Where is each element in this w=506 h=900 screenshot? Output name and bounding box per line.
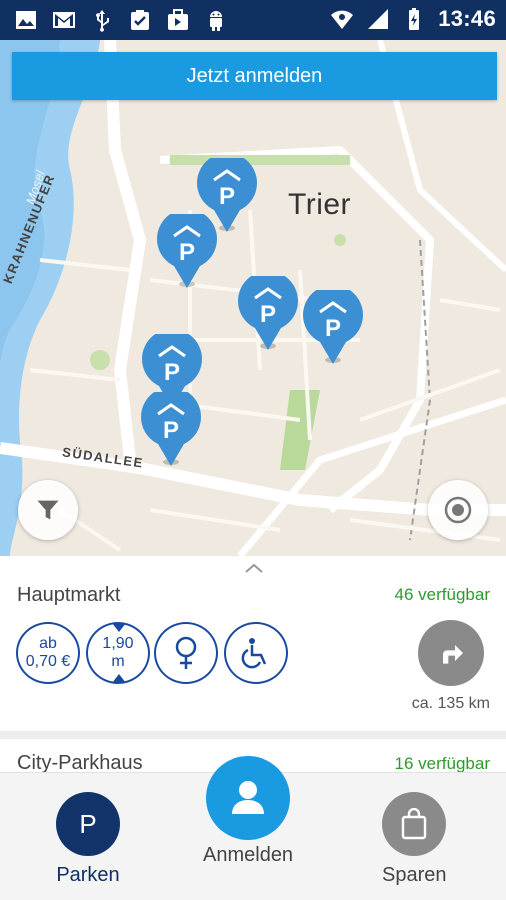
nav-parken[interactable]: P Parken [56,792,120,887]
women-parking-chip [154,622,218,684]
usb-icon [96,10,109,32]
wifi-icon [331,10,354,29]
svg-text:P: P [325,315,341,342]
price-value: 0,70 € [25,653,71,670]
nav-parken-label: Parken [56,864,120,886]
availability-hauptmarkt: 46 verfügbar [394,585,490,604]
clock: 13:46 [438,6,496,31]
filter-icon [37,500,59,520]
nav-anmelden[interactable]: Anmelden [203,756,293,867]
availability-city-parkhaus: 16 verfügbar [394,754,490,773]
height-chip: 1,90 m [86,622,150,684]
briefcase-icon [168,9,188,30]
shopping-bag-icon [382,792,447,856]
price-label: ab [39,635,57,652]
svg-text:P: P [219,183,235,210]
login-banner-button[interactable]: Jetzt anmelden [12,52,497,100]
turn-right-arrow-icon [443,645,463,664]
locate-me-button[interactable] [428,480,488,540]
divider [0,731,506,739]
status-bar: 13:46 [0,0,506,40]
height-value: 1,90 [102,635,134,652]
parking-pin[interactable]: P [140,386,202,468]
target-icon [444,496,472,524]
parking-title-hauptmarkt[interactable]: Hauptmarkt [17,584,120,607]
svg-text:P: P [164,359,180,386]
map-view[interactable]: Jetzt anmelden Trier Mosel KRAHNENUFER S… [0,40,506,556]
nav-sparen-label: Sparen [382,864,447,886]
price-chip: ab 0,70 € [16,622,80,684]
distance-label: ca. 135 km [411,695,490,712]
triangle-up-icon [112,674,126,683]
parking-pin[interactable]: P [302,284,364,366]
female-symbol-icon [175,636,197,669]
height-unit: m [111,653,125,670]
chevron-up-icon[interactable] [242,560,266,576]
svg-text:P: P [163,417,179,444]
parking-pin[interactable]: P [237,270,299,352]
svg-text:P: P [260,301,276,328]
user-icon [206,756,291,840]
navigate-button[interactable] [418,620,484,686]
filter-button[interactable] [18,480,78,540]
nav-sparen[interactable]: Sparen [382,792,447,887]
city-label: Trier [288,188,352,221]
nav-anmelden-label: Anmelden [203,844,294,866]
parking-pin[interactable]: P [156,208,218,290]
battery-icon [409,8,420,30]
signal-icon [368,9,389,29]
triangle-down-icon [112,623,126,632]
gmail-icon [53,12,75,28]
parking-icon: P [56,792,120,856]
image-icon [16,11,36,29]
accessible-parking-chip [224,622,288,684]
android-icon [210,11,222,31]
wheelchair-icon [241,638,267,669]
clipboard-check-icon [131,10,149,30]
svg-text:P: P [179,239,195,266]
